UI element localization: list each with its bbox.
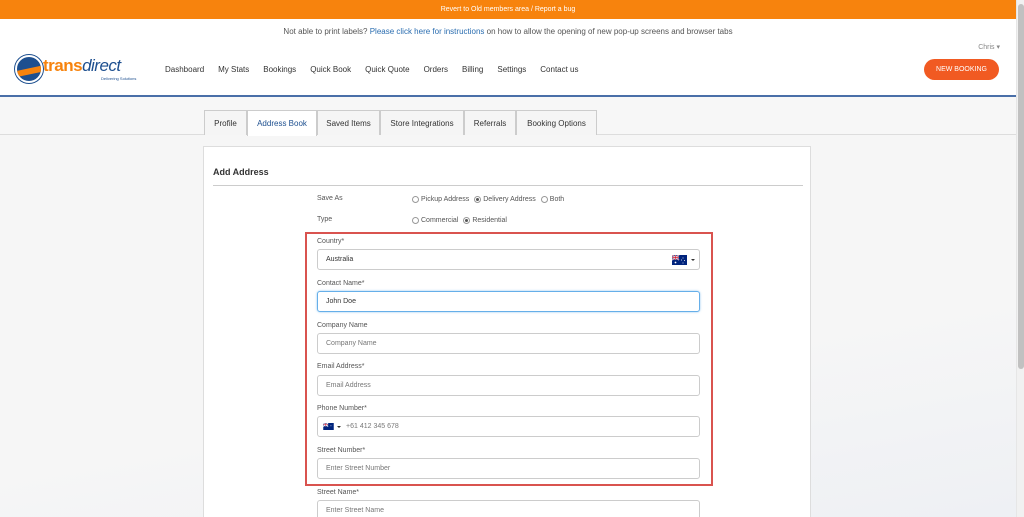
notice-text-after: on how to allow the opening of new pop-u… [484,27,733,36]
tab-address-book[interactable]: Address Book [247,110,317,136]
radio-selected-icon[interactable] [463,217,471,224]
save-as-options: Pickup Address Delivery Address Both [412,196,569,203]
country-select[interactable]: Australia [317,249,700,270]
new-booking-button[interactable]: NEW BOOKING [924,59,999,80]
main-nav: Dashboard My Stats Bookings Quick Book Q… [158,65,586,74]
radio-icon[interactable] [412,196,419,203]
save-as-both[interactable]: Both [540,196,564,203]
nav-orders[interactable]: Orders [417,65,455,74]
save-as-delivery[interactable]: Delivery Address [474,196,536,203]
chevron-down-icon [691,259,695,261]
nav-bookings[interactable]: Bookings [256,65,303,74]
radio-icon[interactable] [540,196,548,203]
logo[interactable]: transdirect Delivering Solutions [15,55,137,83]
street-name-input[interactable]: Enter Street Name [317,500,700,517]
type-commercial[interactable]: Commercial [412,217,458,224]
australia-flag-icon [672,255,687,265]
tab-referrals[interactable]: Referrals [464,110,516,135]
phone-placeholder: +61 412 345 678 [346,423,399,430]
tab-saved-items[interactable]: Saved Items [317,110,380,135]
print-notice: Not able to print labels? Please click h… [0,27,1016,36]
radio-icon[interactable] [412,217,419,224]
logo-wordmark: transdirect [43,56,121,75]
country-value: Australia [326,256,354,263]
email-input[interactable]: Email Address [317,375,700,396]
company-name-input[interactable]: Company Name [317,333,700,354]
divider [213,185,803,186]
save-as-label: Save As [317,195,343,202]
chevron-down-icon[interactable] [337,426,341,428]
contact-name-input[interactable]: John Doe [317,291,700,312]
logo-tagline: Delivering Solutions [101,76,137,81]
panel-title: Add Address [213,167,269,177]
street-number-input[interactable]: Enter Street Number [317,458,700,479]
email-label: Email Address* [317,363,365,370]
header: Not able to print labels? Please click h… [0,19,1016,97]
scrollbar[interactable] [1016,0,1024,517]
company-name-label: Company Name [317,322,368,329]
top-banner[interactable]: Revert to Old members area / Report a bu… [0,0,1016,19]
logo-emblem-icon [15,55,43,83]
scrollbar-thumb[interactable] [1018,4,1024,369]
street-name-label: Street Name* [317,489,360,496]
street-number-label: Street Number* [317,447,366,454]
type-options: Commercial Residential [412,217,512,224]
add-address-panel: Add Address Save As Pickup Address Deliv… [203,146,811,517]
save-as-pickup[interactable]: Pickup Address [412,196,469,203]
type-label: Type [317,216,333,223]
nav-quick-book[interactable]: Quick Book [303,65,358,74]
australia-flag-icon[interactable] [323,423,334,430]
nav-my-stats[interactable]: My Stats [211,65,256,74]
highlight-box [305,232,713,486]
phone-input[interactable]: +61 412 345 678 [317,416,700,437]
user-menu[interactable]: Chris ▾ [978,43,1000,51]
nav-quick-quote[interactable]: Quick Quote [358,65,416,74]
nav-contact-us[interactable]: Contact us [533,65,585,74]
tab-store-integrations[interactable]: Store Integrations [380,110,464,135]
contact-name-label: Contact Name* [317,280,365,287]
nav-settings[interactable]: Settings [490,65,533,74]
tab-booking-options[interactable]: Booking Options [516,110,597,135]
type-residential[interactable]: Residential [463,217,507,224]
country-label: Country* [317,238,345,245]
radio-selected-icon[interactable] [474,196,482,203]
nav-billing[interactable]: Billing [455,65,490,74]
tab-profile[interactable]: Profile [204,110,247,135]
instructions-link[interactable]: Please click here for instructions [370,27,485,36]
notice-text-before: Not able to print labels? [283,27,370,36]
nav-dashboard[interactable]: Dashboard [158,65,211,74]
phone-label: Phone Number* [317,405,367,412]
tabs-bar: Profile Address Book Saved Items Store I… [0,97,1016,136]
top-banner-text[interactable]: Revert to Old members area / Report a bu… [441,6,576,13]
